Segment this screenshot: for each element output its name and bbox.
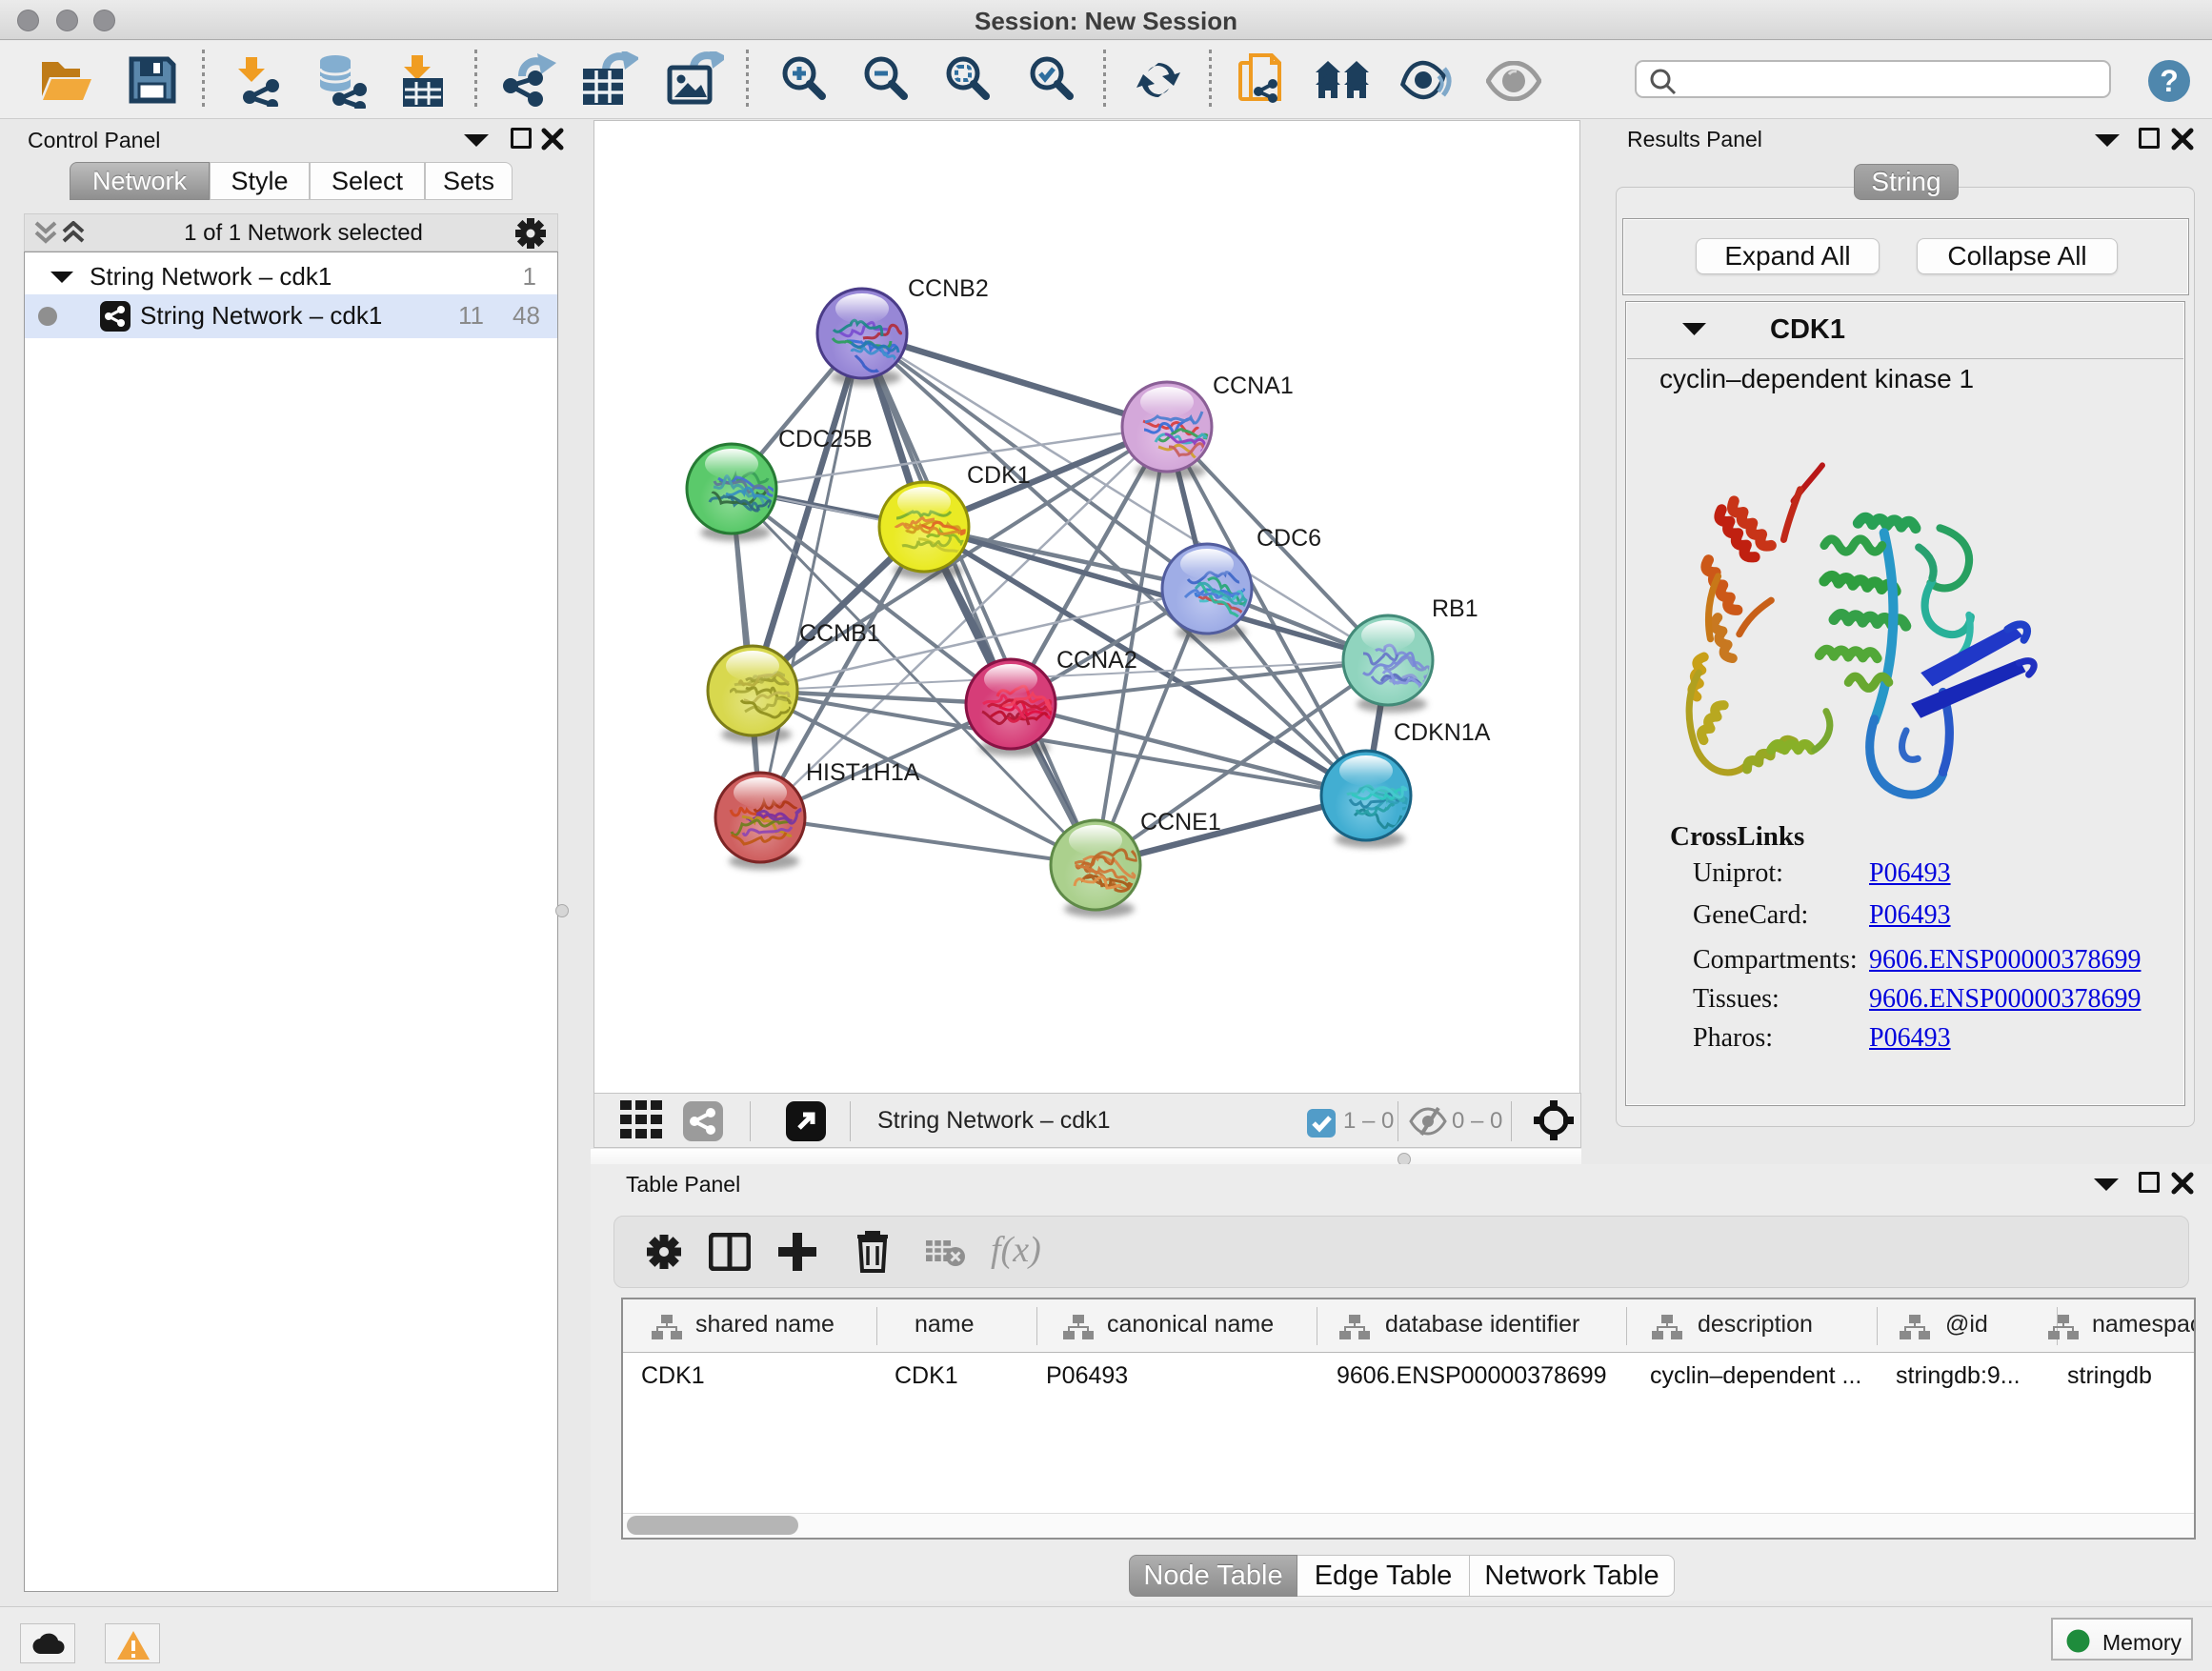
svg-text:CDC25B: CDC25B (778, 426, 873, 453)
svg-text:CCNA2: CCNA2 (1056, 647, 1137, 674)
svg-text:?: ? (2160, 64, 2179, 98)
svg-text:HIST1H1A: HIST1H1A (806, 759, 920, 786)
svg-text:CCNA1: CCNA1 (1213, 372, 1294, 399)
svg-text:CDC6: CDC6 (1257, 525, 1321, 552)
svg-text:CCNE1: CCNE1 (1140, 809, 1221, 836)
svg-text:RB1: RB1 (1432, 595, 1478, 622)
svg-text:CDKN1A: CDKN1A (1394, 719, 1491, 746)
svg-text:CCNB2: CCNB2 (908, 275, 989, 302)
svg-text:CDK1: CDK1 (967, 462, 1031, 489)
svg-text:CCNB1: CCNB1 (799, 620, 880, 647)
